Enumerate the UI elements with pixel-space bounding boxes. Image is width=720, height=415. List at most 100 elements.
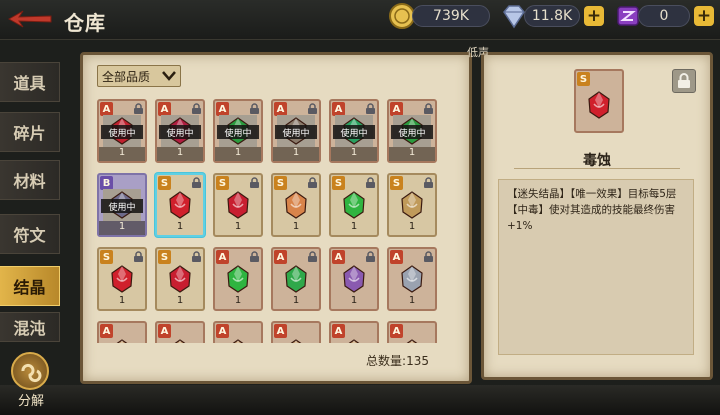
rarity-badge: S: [100, 250, 113, 264]
rarity-badge: A: [274, 324, 287, 338]
tab-label: 碎片: [13, 124, 46, 143]
rarity-badge: A: [216, 102, 229, 116]
crystal-card[interactable]: S1: [155, 247, 205, 311]
crystal-card[interactable]: A 使用中 1: [213, 99, 263, 163]
rarity-badge: A: [332, 324, 345, 338]
tab-crystals[interactable]: 结晶: [0, 266, 60, 306]
lock-toggle-button[interactable]: [672, 69, 696, 93]
crystal-icon: [588, 91, 610, 119]
crystal-card[interactable]: S1: [155, 173, 205, 237]
lock-icon: [678, 73, 690, 88]
quantity: 1: [234, 221, 242, 232]
detail-crystal-card: S: [574, 69, 624, 133]
tab-materials[interactable]: 材料: [0, 160, 60, 200]
decompose-button[interactable]: 分解: [8, 352, 54, 410]
crystal-art: [335, 337, 373, 343]
crystal-card[interactable]: A 使用中 1: [387, 99, 437, 163]
crystal-card[interactable]: B 使用中 1: [97, 173, 147, 237]
crystal-card[interactable]: S1: [329, 173, 379, 237]
crystal-description: 【迷失结晶】【唯一效果】目标每5层【中毒】使对其造成的技能最终伤害+1%: [498, 179, 694, 355]
crystal-card[interactable]: A 使用中 1: [329, 99, 379, 163]
crystal-icon: [169, 265, 191, 293]
tab-chaos[interactable]: 混沌: [0, 312, 60, 342]
crystal-card[interactable]: A: [213, 321, 263, 343]
crystal-card[interactable]: S1: [387, 173, 437, 237]
in-use-label: 使用中: [275, 125, 317, 139]
crystal-icon: [343, 191, 365, 219]
rarity-badge: B: [100, 176, 113, 190]
quantity: 1: [292, 295, 300, 306]
crystal-card[interactable]: A: [155, 321, 205, 343]
rarity-badge: A: [158, 102, 171, 116]
rarity-badge: A: [100, 102, 113, 116]
crystal-art: [393, 189, 431, 221]
quantity: 1: [176, 221, 184, 232]
crystal-card[interactable]: S1: [213, 173, 263, 237]
add-ticket-button[interactable]: +: [694, 6, 714, 26]
lock-icon: [424, 251, 433, 262]
crystal-art: [393, 263, 431, 295]
crystal-art: [277, 189, 315, 221]
quantity: 1: [273, 147, 319, 161]
rarity-badge: A: [100, 324, 113, 338]
lock-icon: [366, 177, 375, 188]
crystal-card[interactable]: A: [97, 321, 147, 343]
crystal-card[interactable]: A: [329, 321, 379, 343]
quantity: 1: [157, 147, 203, 161]
in-use-label: 使用中: [391, 125, 433, 139]
lock-icon: [192, 177, 201, 188]
crystal-card[interactable]: A1: [387, 247, 437, 311]
crystal-art: [277, 337, 315, 343]
in-use-label: 使用中: [101, 199, 143, 213]
crystal-art: [335, 263, 373, 295]
lock-icon: [308, 103, 317, 114]
crystal-art: [277, 263, 315, 295]
lock-icon: [134, 251, 143, 262]
rarity-badge: A: [332, 250, 345, 264]
lock-icon: [250, 103, 259, 114]
rarity-badge: A: [274, 102, 287, 116]
crystal-card[interactable]: A1: [329, 247, 379, 311]
rarity-badge: A: [216, 250, 229, 264]
crystal-card[interactable]: A 使用中 1: [271, 99, 321, 163]
quantity: 1: [99, 221, 145, 235]
tab-label: 材料: [13, 172, 46, 191]
crystal-card[interactable]: A: [271, 321, 321, 343]
lock-icon: [134, 103, 143, 114]
back-button[interactable]: [6, 6, 54, 32]
filter-label: 全部品质: [102, 69, 151, 84]
crystal-card[interactable]: A 使用中 1: [155, 99, 205, 163]
quantity: 1: [350, 221, 358, 232]
lock-icon: [424, 177, 433, 188]
lock-icon: [308, 251, 317, 262]
crystal-grid[interactable]: A 使用中 1 A 使用中 1 A 使用中 1 A 使用中 1 A 使用中 1 A 使用中 1 B 使用中 1 S 1 S 1 S…: [97, 99, 445, 343]
crystal-card[interactable]: A: [387, 321, 437, 343]
rarity-badge: A: [332, 102, 345, 116]
tab-items[interactable]: 道具: [0, 62, 60, 102]
crystal-art: [393, 337, 431, 343]
rarity-badge: S: [390, 176, 403, 190]
crystal-card[interactable]: S1: [97, 247, 147, 311]
crystal-card[interactable]: A1: [271, 247, 321, 311]
quality-filter-dropdown[interactable]: 全部品质: [97, 65, 181, 87]
add-diamond-button[interactable]: +: [584, 6, 604, 26]
tab-fragments[interactable]: 碎片: [0, 112, 60, 152]
crystal-card[interactable]: A1: [213, 247, 263, 311]
in-use-label: 使用中: [217, 125, 259, 139]
crystal-icon: [285, 191, 307, 219]
quantity: 1: [99, 147, 145, 161]
crystal-card[interactable]: S1: [271, 173, 321, 237]
crystal-icon: [285, 265, 307, 293]
tab-runes[interactable]: 符文: [0, 214, 60, 254]
crystal-icon: [348, 339, 360, 343]
quantity: 1: [408, 221, 416, 232]
detail-panel: S 毒蚀 【迷失结晶】【唯一效果】目标每5层【中毒】使对其造成的技能最终伤害+1…: [481, 52, 713, 380]
quantity: 1: [292, 221, 300, 232]
quantity: 1: [234, 295, 242, 306]
lock-icon: [192, 251, 201, 262]
gold-counter: 739K: [412, 5, 490, 27]
rarity-badge: A: [390, 250, 403, 264]
crystal-card[interactable]: A 使用中 1: [97, 99, 147, 163]
rarity-badge: S: [274, 176, 287, 190]
in-use-label: 使用中: [333, 125, 375, 139]
